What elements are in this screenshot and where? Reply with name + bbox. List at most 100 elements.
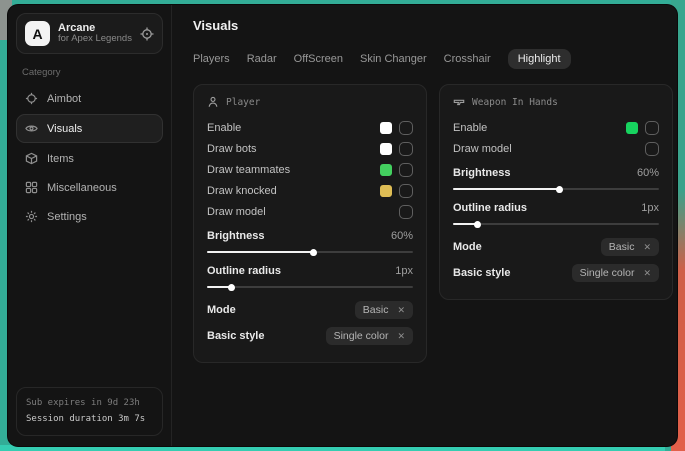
tab-skin-changer[interactable]: Skin Changer xyxy=(360,49,427,69)
setting-label: Draw knocked xyxy=(207,185,277,197)
chip-close-icon[interactable]: ✕ xyxy=(643,242,651,253)
setting-label: Draw model xyxy=(207,206,266,218)
setting-row-mode: Mode Basic ✕ xyxy=(453,234,659,260)
brightness-slider[interactable] xyxy=(207,251,413,253)
checkbox[interactable] xyxy=(645,142,659,156)
color-swatch[interactable] xyxy=(380,122,392,134)
setting-label: Basic style xyxy=(207,330,264,342)
eye-icon xyxy=(25,122,38,135)
sidebar-item-label: Items xyxy=(47,153,74,165)
chip-close-icon[interactable]: ✕ xyxy=(397,331,405,342)
setting-label: Enable xyxy=(453,122,487,134)
app-window: A Arcane for Apex Legends Category xyxy=(8,5,677,446)
slider-row-brightness: Brightness 60% xyxy=(207,227,413,253)
app-subtitle: for Apex Legends xyxy=(58,34,132,45)
panels-container: Player Enable Draw bots xyxy=(193,84,677,363)
setting-controls xyxy=(380,163,413,177)
tab-players[interactable]: Players xyxy=(193,49,230,69)
slider-value: 60% xyxy=(391,230,413,242)
tab-radar[interactable]: Radar xyxy=(247,49,277,69)
tab-highlight[interactable]: Highlight xyxy=(508,49,571,69)
color-swatch[interactable] xyxy=(380,143,392,155)
player-panel-header: Player xyxy=(207,96,413,108)
chip-close-icon[interactable]: ✕ xyxy=(643,268,651,279)
brightness-slider[interactable] xyxy=(453,188,659,190)
target-icon[interactable] xyxy=(140,27,154,41)
color-swatch[interactable] xyxy=(626,122,638,134)
setting-row-enable: Enable xyxy=(207,117,413,138)
sidebar-item-label: Settings xyxy=(47,211,87,223)
sidebar-item-items[interactable]: Items xyxy=(16,144,163,173)
slider-label: Brightness xyxy=(207,230,264,242)
slider-label: Outline radius xyxy=(207,265,281,277)
person-icon xyxy=(207,96,219,108)
setting-controls xyxy=(399,205,413,219)
slider-thumb[interactable] xyxy=(310,249,317,256)
sidebar-item-label: Miscellaneous xyxy=(47,182,117,194)
setting-controls xyxy=(626,121,659,135)
basic-style-chip[interactable]: Single color ✕ xyxy=(572,264,659,282)
slider-row-outline-radius: Outline radius 1px xyxy=(207,262,413,288)
outline-radius-slider[interactable] xyxy=(207,286,413,288)
setting-row-draw-bots: Draw bots xyxy=(207,138,413,159)
checkbox[interactable] xyxy=(399,142,413,156)
chip-value: Basic xyxy=(609,241,635,253)
sidebar-item-aimbot[interactable]: Aimbot xyxy=(16,84,163,113)
session-duration-text: Session duration 3m 7s xyxy=(26,412,153,427)
slider-thumb[interactable] xyxy=(228,284,235,291)
setting-controls xyxy=(380,142,413,156)
setting-label: Draw model xyxy=(453,143,512,155)
setting-row-draw-model: Draw model xyxy=(207,201,413,222)
tab-offscreen[interactable]: OffScreen xyxy=(294,49,343,69)
mode-chip[interactable]: Basic ✕ xyxy=(355,301,413,319)
checkbox[interactable] xyxy=(645,121,659,135)
checkbox[interactable] xyxy=(399,121,413,135)
slider-value: 1px xyxy=(641,202,659,214)
checkbox[interactable] xyxy=(399,184,413,198)
crosshair-icon xyxy=(25,92,38,105)
setting-label: Basic style xyxy=(453,267,510,279)
weapon-icon xyxy=(453,96,465,108)
chip-value: Single color xyxy=(580,267,635,279)
sidebar-item-visuals[interactable]: Visuals xyxy=(16,114,163,143)
sidebar-item-settings[interactable]: Settings xyxy=(16,202,163,231)
slider-value: 1px xyxy=(395,265,413,277)
setting-row-draw-knocked: Draw knocked xyxy=(207,180,413,201)
slider-row-outline-radius: Outline radius 1px xyxy=(453,199,659,225)
color-swatch[interactable] xyxy=(380,164,392,176)
setting-controls xyxy=(380,121,413,135)
app-logo: A xyxy=(25,21,50,46)
page-title: Visuals xyxy=(193,18,677,33)
chip-value: Basic xyxy=(363,304,389,316)
grid-icon xyxy=(25,181,38,194)
color-swatch[interactable] xyxy=(380,185,392,197)
setting-row-draw-teammates: Draw teammates xyxy=(207,159,413,180)
setting-label: Mode xyxy=(453,241,482,253)
slider-label: Outline radius xyxy=(453,202,527,214)
outline-radius-slider[interactable] xyxy=(453,223,659,225)
slider-thumb[interactable] xyxy=(556,186,563,193)
tab-crosshair[interactable]: Crosshair xyxy=(444,49,491,69)
slider-thumb[interactable] xyxy=(474,221,481,228)
checkbox[interactable] xyxy=(399,205,413,219)
tab-bar: Players Radar OffScreen Skin Changer Cro… xyxy=(193,49,677,69)
player-panel-title: Player xyxy=(226,97,260,108)
setting-row-draw-model: Draw model xyxy=(453,138,659,159)
sidebar-item-miscellaneous[interactable]: Miscellaneous xyxy=(16,173,163,202)
chip-close-icon[interactable]: ✕ xyxy=(397,305,405,316)
mode-chip[interactable]: Basic ✕ xyxy=(601,238,659,256)
app-header-card: A Arcane for Apex Legends xyxy=(16,13,163,54)
setting-controls xyxy=(645,142,659,156)
checkbox[interactable] xyxy=(399,163,413,177)
slider-value: 60% xyxy=(637,167,659,179)
main-content: Visuals Players Radar OffScreen Skin Cha… xyxy=(172,5,677,446)
app-meta: Arcane for Apex Legends xyxy=(58,22,132,46)
setting-row-basic-style: Basic style Single color ✕ xyxy=(453,260,659,286)
desktop-background: A Arcane for Apex Legends Category xyxy=(0,0,685,451)
sidebar: A Arcane for Apex Legends Category xyxy=(8,5,172,446)
basic-style-chip[interactable]: Single color ✕ xyxy=(326,327,413,345)
category-label: Category xyxy=(22,67,157,78)
setting-label: Enable xyxy=(207,122,241,134)
sub-expiry-text: Sub expires in 9d 23h xyxy=(26,396,153,411)
weapon-panel-header: Weapon In Hands xyxy=(453,96,659,108)
